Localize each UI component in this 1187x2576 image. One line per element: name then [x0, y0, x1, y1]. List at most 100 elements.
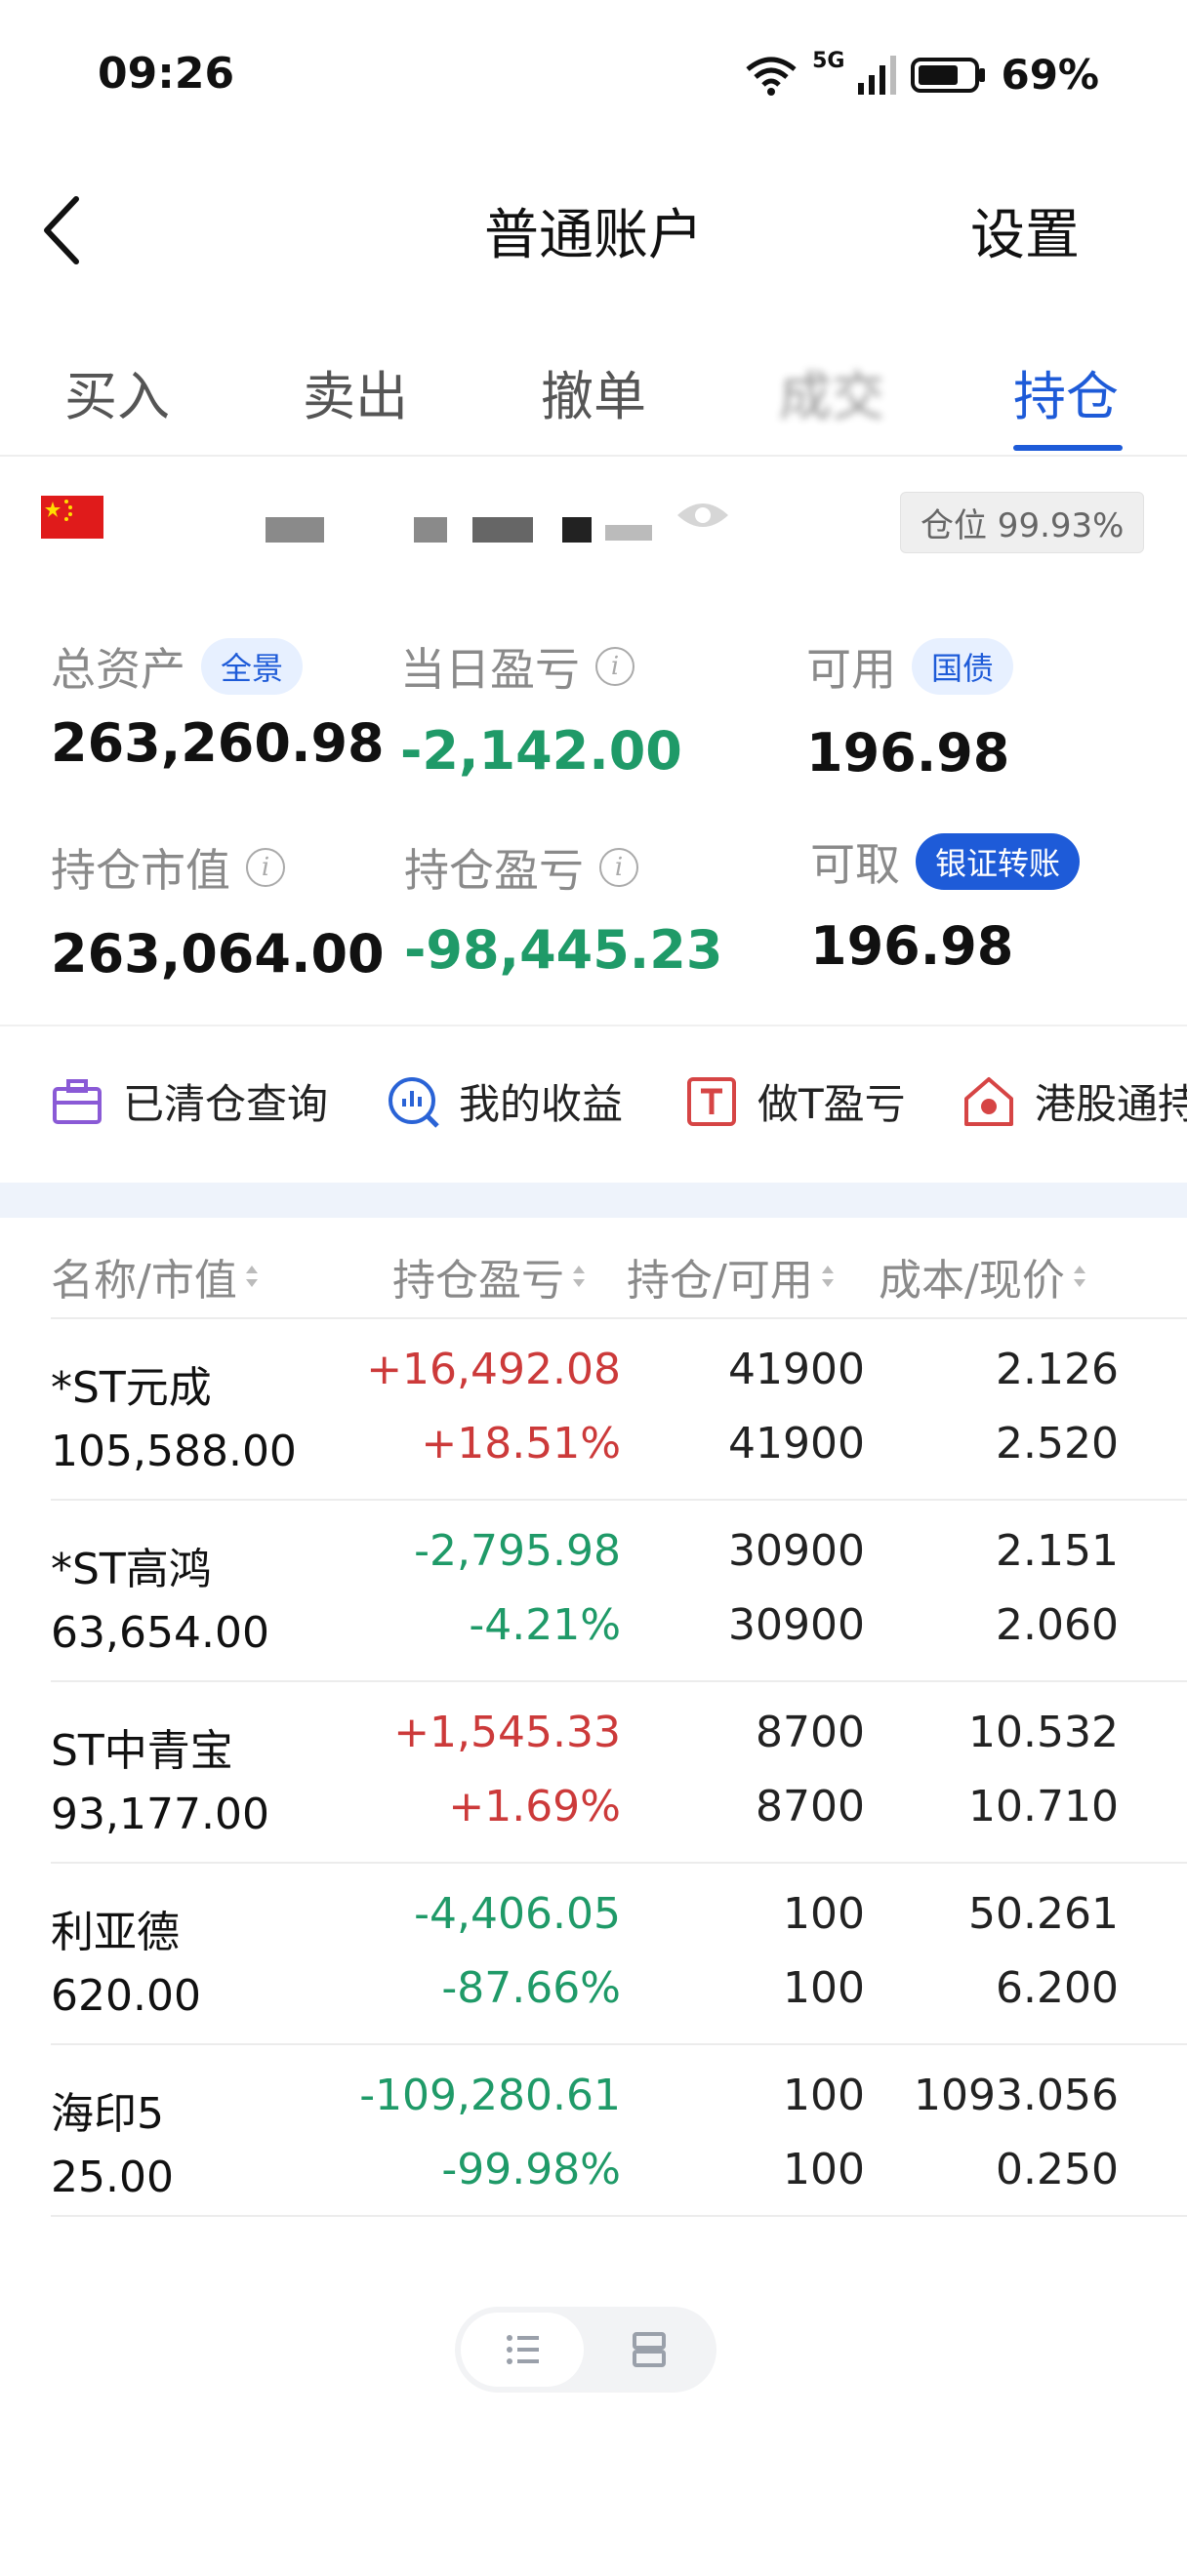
stock-quantity: 100: [783, 1889, 865, 1939]
daily-pnl-label: 当日盈亏: [400, 643, 580, 696]
cleared-positions-shortcut[interactable]: 已清仓查询: [51, 1071, 328, 1131]
stock-market-value: 620.00: [51, 1971, 201, 2021]
hk-connect-shortcut[interactable]: 港股通持: [962, 1071, 1187, 1131]
market-value-label-group: 持仓市值 i: [51, 835, 285, 900]
stock-market-value: 93,177.00: [51, 1790, 269, 1839]
flag-star-icon: [45, 500, 72, 521]
card-view-button[interactable]: [588, 2313, 711, 2387]
card-icon: [633, 2332, 666, 2367]
status-bar: 09:26 5G 69%: [0, 0, 1187, 146]
sort-icon: [1073, 1266, 1085, 1287]
shortcut-label: 我的收益: [459, 1080, 624, 1128]
holding-pnl-value: -98,445.23: [404, 919, 723, 981]
tab-bar: 买入 卖出 撤单 成交 持仓: [0, 342, 1187, 457]
column-label: 持仓/可用: [627, 1256, 813, 1306]
masked-account-segment: [605, 525, 652, 541]
bank-transfer-button[interactable]: 银证转账: [916, 833, 1081, 890]
holdings-table-body: *ST元成 105,588.00 +16,492.08 +18.51% 4190…: [51, 1317, 1187, 2225]
masked-account-segment: [562, 517, 592, 543]
column-label: 成本/现价: [879, 1256, 1065, 1306]
stock-cost: 2.126: [996, 1345, 1119, 1394]
stock-available: 8700: [756, 1782, 865, 1831]
stock-quantity: 8700: [756, 1708, 865, 1757]
column-holding-pnl[interactable]: 持仓盈亏: [392, 1245, 588, 1308]
my-earnings-shortcut[interactable]: 我的收益: [387, 1071, 623, 1131]
withdrawable-value: 196.98: [810, 915, 1014, 977]
sort-icon: [245, 1266, 258, 1287]
market-value-label: 持仓市值: [51, 844, 230, 897]
available-label-group: 可用 国债: [806, 634, 1014, 699]
stock-name: 海印5: [51, 2089, 164, 2139]
stock-available: 100: [783, 1963, 865, 2013]
daily-pnl-value: -2,142.00: [400, 720, 682, 782]
t-trade-pnl-shortcut[interactable]: 做T盈亏: [685, 1071, 906, 1131]
table-row[interactable]: 利亚德 620.00 -4,406.05 -87.66% 100 100 50.…: [51, 1862, 1187, 2043]
list-icon: [507, 2335, 539, 2364]
info-icon[interactable]: i: [595, 647, 634, 686]
stock-name: *ST高鸿: [51, 1545, 212, 1594]
table-row[interactable]: *ST高鸿 63,654.00 -2,795.98 -4.21% 30900 3…: [51, 1499, 1187, 1680]
position-ratio-badge: 仓位 99.93%: [900, 492, 1145, 553]
info-icon[interactable]: i: [599, 848, 638, 887]
stock-quantity: 100: [783, 2071, 865, 2120]
column-qty-available[interactable]: 持仓/可用: [627, 1245, 837, 1308]
tab-trades[interactable]: 成交: [779, 353, 884, 430]
stock-price: 2.520: [996, 1419, 1119, 1469]
overview-badge[interactable]: 全景: [201, 638, 304, 695]
briefcase-icon: [53, 1078, 102, 1124]
column-name-market-value[interactable]: 名称/市值: [51, 1245, 261, 1308]
tab-active-indicator: [1013, 445, 1123, 451]
stock-quantity: 30900: [728, 1526, 865, 1576]
stock-available: 30900: [728, 1600, 865, 1650]
stock-price: 6.200: [996, 1963, 1119, 2013]
settings-button[interactable]: 设置: [970, 191, 1080, 270]
tab-holdings[interactable]: 持仓: [1013, 353, 1119, 430]
masked-account-segment: [266, 517, 324, 543]
treasury-badge[interactable]: 国债: [912, 638, 1014, 695]
masked-account-segment: [472, 517, 533, 543]
stock-price: 0.250: [996, 2145, 1119, 2194]
stock-pnl-percent: -4.21%: [469, 1600, 621, 1650]
daily-pnl-label-group: 当日盈亏 i: [400, 634, 634, 699]
status-indicators: 5G 69%: [744, 49, 1099, 99]
stock-pnl: -4,406.05: [414, 1889, 621, 1939]
stock-price: 2.060: [996, 1600, 1119, 1650]
stock-pnl-percent: +1.69%: [448, 1782, 621, 1831]
stock-market-value: 25.00: [51, 2153, 174, 2202]
table-row[interactable]: *ST元成 105,588.00 +16,492.08 +18.51% 4190…: [51, 1317, 1187, 1499]
info-icon[interactable]: i: [246, 848, 285, 887]
withdrawable-label-group: 可取 银证转账: [810, 829, 1081, 894]
account-row: 仓位 99.93%: [0, 478, 1187, 556]
stock-name: 利亚德: [51, 1908, 180, 1957]
stock-pnl-percent: -99.98%: [441, 2145, 621, 2194]
stock-price: 10.710: [968, 1782, 1119, 1831]
stock-quantity: 41900: [728, 1345, 865, 1394]
available-label: 可用: [806, 643, 896, 696]
stock-pnl-percent: +18.51%: [421, 1419, 621, 1469]
tab-cancel-order[interactable]: 撤单: [541, 353, 646, 430]
market-value-value: 263,064.00: [51, 923, 385, 985]
shortcut-label: 已清仓查询: [123, 1080, 329, 1128]
stock-market-value: 63,654.00: [51, 1608, 269, 1658]
stock-name: *ST元成: [51, 1363, 212, 1413]
table-row[interactable]: 海印5 25.00 -109,280.61 -99.98% 100 100 10…: [51, 2043, 1187, 2225]
hk-home-icon: [964, 1076, 1013, 1126]
eye-icon[interactable]: [675, 498, 730, 533]
column-cost-price[interactable]: 成本/现价: [879, 1245, 1088, 1308]
holding-pnl-label-group: 持仓盈亏 i: [404, 835, 638, 900]
table-row[interactable]: ST中青宝 93,177.00 +1,545.33 +1.69% 8700 87…: [51, 1680, 1187, 1862]
chart-search-icon: [389, 1076, 439, 1128]
stock-pnl: +16,492.08: [366, 1345, 621, 1394]
tab-sell[interactable]: 卖出: [303, 353, 408, 430]
column-label: 持仓盈亏: [392, 1256, 564, 1306]
masked-account-segment: [414, 517, 447, 543]
stock-cost: 50.261: [968, 1889, 1119, 1939]
list-view-button[interactable]: [461, 2313, 584, 2387]
view-mode-toggle: [455, 2307, 716, 2393]
status-time: 09:26: [98, 49, 235, 99]
stock-available: 41900: [728, 1419, 865, 1469]
network-type: 5G: [812, 49, 845, 73]
shortcut-label: 港股通持: [1035, 1080, 1187, 1128]
tab-buy[interactable]: 买入: [64, 353, 170, 430]
stock-pnl: -2,795.98: [414, 1526, 621, 1576]
